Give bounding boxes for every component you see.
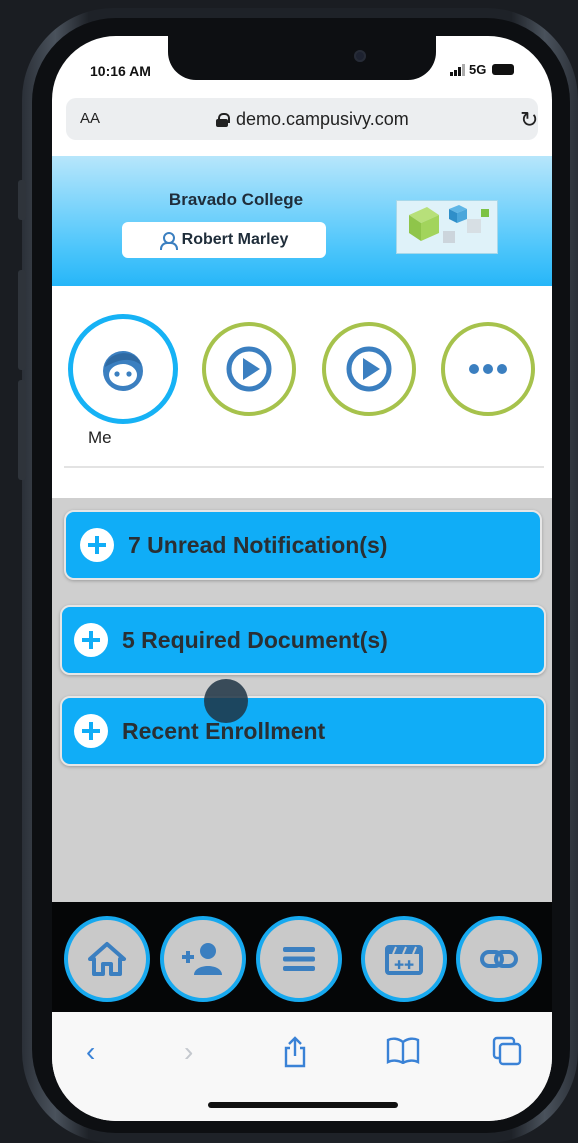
quick-actions: Me [52,286,552,498]
expand-plus-icon [74,623,108,657]
quick-action-me-label: Me [88,428,112,447]
camera [354,50,366,62]
text-size-button[interactable]: AA [80,110,100,127]
menu-icon [283,947,315,971]
accordion-enrollment[interactable]: Recent Enrollment [60,696,546,766]
url-field[interactable]: demo.campusivy.com [216,109,409,130]
clapperboard-icon: ✚✚ [385,945,423,975]
person-icon [159,232,178,250]
quick-action-play-2[interactable] [322,322,416,416]
play-icon [226,346,272,392]
home-indicator [208,1102,398,1108]
college-name: Bravado College [168,190,304,209]
expand-plus-icon [74,714,108,748]
home-icon [88,942,126,976]
phone-screen: 10:16 AM 5G AA demo.campusivy.com ↻ Brav… [52,36,552,1121]
svg-text:✚✚: ✚✚ [394,958,414,972]
status-indicators: 5G [450,62,515,77]
notch [168,36,436,80]
nav-menu-button[interactable] [256,916,342,1002]
divider [64,466,544,468]
quick-action-play-1[interactable] [202,322,296,416]
touch-indicator [204,679,248,723]
bookmarks-icon[interactable] [386,1036,420,1071]
face-icon [103,351,143,391]
nav-link-button[interactable] [456,916,542,1002]
user-profile-button[interactable]: Robert Marley [122,222,326,258]
forward-icon[interactable]: › [184,1036,193,1068]
app-header: Bravado College Robert Marley [52,156,552,286]
volume-up-button [18,270,26,370]
add-user-icon [182,943,222,975]
nav-home-button[interactable] [64,916,150,1002]
accordion-label: 7 Unread Notification(s) [128,531,388,558]
more-icon [469,364,507,374]
battery-icon [492,64,515,75]
link-icon [480,950,518,968]
status-time: 10:16 AM [90,63,151,79]
signal-icon [450,63,465,76]
nav-media-button[interactable]: ✚✚ [361,916,447,1002]
accordion-notifications[interactable]: 7 Unread Notification(s) [64,510,542,580]
back-icon[interactable]: ‹ [86,1036,95,1068]
app-bottom-nav: ✚✚ [52,902,552,1012]
url-bar[interactable]: AA demo.campusivy.com ↻ [66,98,538,140]
accordion-label: 5 Required Document(s) [122,626,388,653]
user-name: Robert Marley [181,231,289,248]
college-logo [396,200,498,254]
lock-icon [216,112,230,127]
nav-add-user-button[interactable] [160,916,246,1002]
network-label: 5G [469,62,487,77]
accordion-documents[interactable]: 5 Required Document(s) [60,605,546,675]
tabs-icon[interactable] [492,1036,522,1073]
quick-action-me[interactable] [68,314,178,424]
quick-action-more[interactable] [441,322,535,416]
share-icon[interactable] [282,1036,308,1075]
volume-down-button [18,380,26,480]
reload-icon[interactable]: ↻ [520,107,538,133]
url-text: demo.campusivy.com [236,109,409,129]
mute-switch [18,180,26,220]
play-icon [346,346,392,392]
expand-plus-icon [80,528,114,562]
